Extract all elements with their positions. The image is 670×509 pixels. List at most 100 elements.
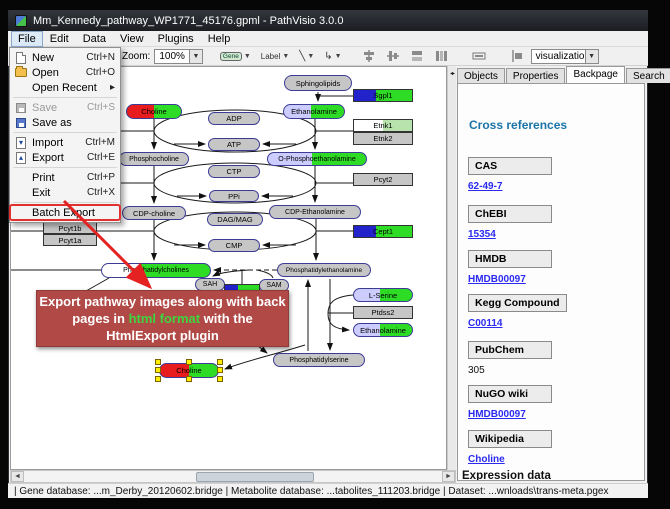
node-metabolite[interactable]: DAG/MAG [207,213,263,226]
backpage-panel[interactable]: Cross references CAS 62-49-7 ChEBI 15354… [457,83,645,481]
selection-handle[interactable] [217,367,223,373]
new-label-button[interactable]: Label ▼ [258,48,293,64]
node-metabolite[interactable]: Choline [126,104,182,119]
xref-link[interactable]: 15354 [468,229,552,240]
menu-bar: File Edit Data View Plugins Help [8,31,648,47]
node-metabolite[interactable]: L-Serine [353,288,413,302]
node-gene[interactable]: Pcyt1a [43,234,97,246]
combo-caret-icon[interactable]: ▼ [189,50,202,63]
tab-objects[interactable]: Objects [457,68,505,83]
tab-search[interactable]: Search [626,68,670,83]
scrollbar-thumb[interactable] [196,472,314,482]
file-menu-item-print[interactable]: Print Ctrl+P [10,170,120,185]
file-menu-item-new[interactable]: New Ctrl+N [10,50,120,65]
xref-section-nugo: NuGO wiki HMDB00097 [468,384,552,420]
file-menu-item-import[interactable]: ▾ Import Ctrl+M [10,135,120,150]
node-gene[interactable]: Cept1 [353,225,413,238]
node-metabolite[interactable]: Phosphocholine [119,152,189,166]
node-metabolite[interactable]: Ethanolamine [283,104,345,119]
node-gene[interactable]: Ptdss2 [353,306,413,319]
node-metabolite[interactable]: CDP-Ethanolamine [269,205,361,219]
node-gene[interactable]: Sgpl1 [353,89,413,102]
node-metabolite[interactable]: O-Phosphoethanolamine [267,152,367,166]
open-folder-icon [10,68,32,77]
menu-help[interactable]: Help [201,31,238,47]
xref-link[interactable]: HMDB00097 [468,409,552,420]
node-metabolite[interactable]: Phosphatidylserine [273,353,365,367]
node-gene[interactable]: Pcyt1b [43,222,97,234]
connector-tool-icon: ↳ [324,51,332,62]
xref-section-cas: CAS 62-49-7 [468,156,552,192]
visualization-combobox[interactable]: visualization ▼ [531,49,599,64]
node-metabolite[interactable]: Sphingolipids [284,75,352,91]
common-height-button[interactable] [431,48,451,64]
scroll-right-icon[interactable]: ► [442,471,455,482]
selection-handle[interactable] [217,376,223,382]
node-gene[interactable]: Pcyt2 [353,173,413,186]
xref-link[interactable]: HMDB00097 [468,274,552,285]
tab-properties[interactable]: Properties [506,68,566,83]
distribute-vertical-button[interactable] [507,48,527,64]
new-connector-button[interactable]: ↳ ▼ [321,48,344,64]
file-menu-item-batch-export[interactable]: Batch Export [10,205,120,220]
xref-section-pubchem: PubChem 305 [468,340,552,376]
xref-link[interactable]: Choline [468,454,552,465]
node-metabolite[interactable]: Ethanolamine [353,323,413,337]
selection-handle[interactable] [217,359,223,365]
xref-section-hmdb: HMDB HMDB00097 [468,249,552,285]
tab-backpage[interactable]: Backpage [566,66,624,83]
distribute-horizontal-button[interactable] [469,48,489,64]
window-title: Mm_Kennedy_pathway_WP1771_45176.gpml - P… [33,15,343,27]
xref-section-chebi: ChEBI 15354 [468,204,552,240]
selection-handle[interactable] [155,359,161,365]
node-gene[interactable]: Etnk1 [353,119,413,132]
title-bar[interactable]: Mm_Kennedy_pathway_WP1771_45176.gpml - P… [8,10,648,31]
line-tool-icon: ╲ [299,51,305,62]
callout-line3: HtmlExport plugin [37,328,288,345]
menu-file[interactable]: File [11,31,43,47]
file-menu-item-export[interactable]: ▴ Export Ctrl+E [10,150,120,165]
menu-view[interactable]: View [113,31,151,47]
node-metabolite[interactable]: ADP [208,112,260,125]
combo-caret-icon[interactable]: ▼ [585,50,598,63]
scroll-left-icon[interactable]: ◄ [11,471,24,482]
xref-title: HMDB [468,250,552,268]
node-metabolite[interactable]: CTP [208,165,260,178]
menu-separator [13,97,117,98]
node-metabolite[interactable]: Phosphatidylcholines [101,263,211,278]
common-width-button[interactable] [407,48,427,64]
selection-handle[interactable] [155,376,161,382]
menu-data[interactable]: Data [76,31,113,47]
xref-title: CAS [468,157,552,175]
xref-link[interactable]: 62-49-7 [468,181,552,192]
panel-splitter[interactable]: ◂▸ [447,66,456,470]
file-menu-item-open-recent[interactable]: Open Recent ▸ [10,80,120,95]
node-metabolite[interactable]: CMP [208,239,260,252]
node-gene[interactable]: Etnk2 [353,132,413,145]
selection-handle[interactable] [186,376,192,382]
menu-separator [13,202,117,203]
status-bar: | Gene database: ...m_Derby_20120602.bri… [8,483,648,498]
xref-link[interactable]: C00114 [468,318,567,329]
node-metabolite[interactable]: CDP-choline [122,206,186,220]
node-metabolite[interactable]: Phosphatidylethanolamine [277,263,371,277]
zoom-combobox[interactable]: 100% ▼ [154,49,203,64]
file-menu-item-open[interactable]: Open Ctrl+O [10,65,120,80]
save-icon [10,103,32,113]
horizontal-scrollbar[interactable]: ◄ ► [10,470,456,483]
xref-section-kegg: Kegg Compound C00114 [468,293,567,329]
menu-edit[interactable]: Edit [43,31,76,47]
node-metabolite[interactable]: PPi [209,190,259,202]
side-panel: Objects Properties Backpage Search Legen… [456,66,646,483]
menu-plugins[interactable]: Plugins [151,31,201,47]
file-menu-item-save-as[interactable]: Save as [10,115,120,130]
node-metabolite[interactable]: ATP [208,138,260,151]
selection-handle[interactable] [155,367,161,373]
file-menu-item-exit[interactable]: Exit Ctrl+X [10,185,120,200]
new-line-button[interactable]: ╲ ▼ [296,48,317,64]
splitter-arrows-icon[interactable]: ◂▸ [450,71,454,77]
new-datanode-button[interactable]: Gene ▼ [217,48,254,64]
align-center-button[interactable] [359,48,379,64]
align-middle-button[interactable] [383,48,403,64]
selection-handle[interactable] [186,359,192,365]
